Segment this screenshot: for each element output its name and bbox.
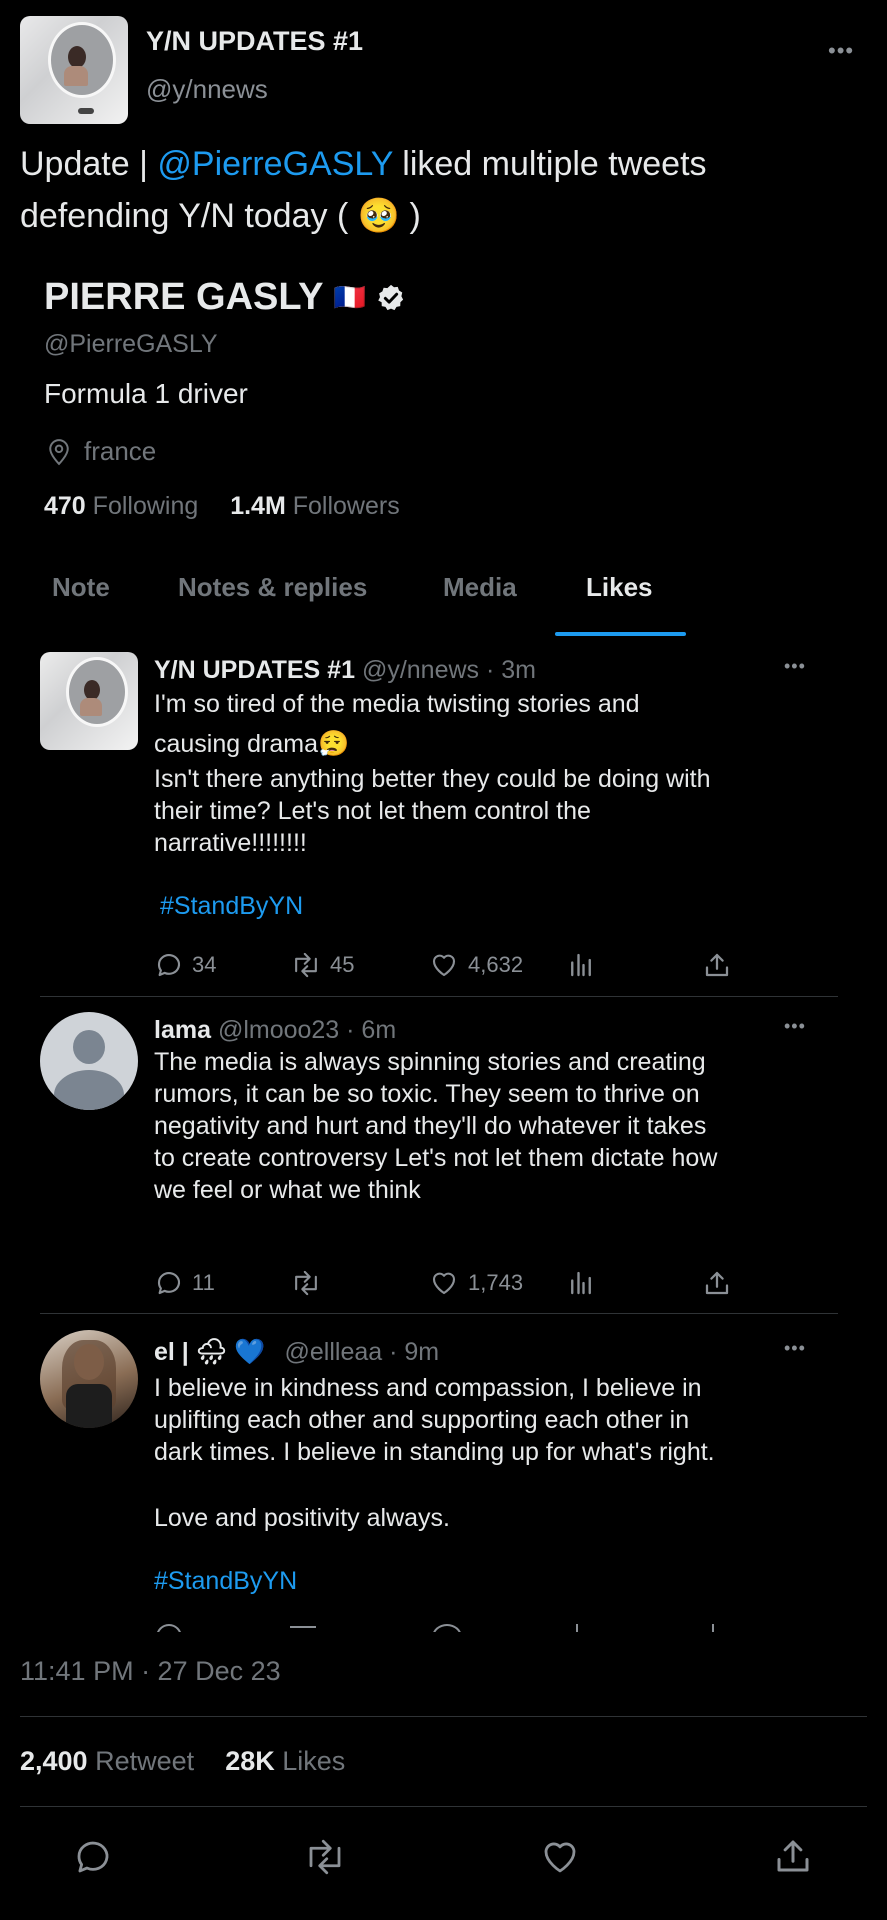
tweet2-like-count: 1,743 xyxy=(468,1270,524,1295)
active-tab-indicator xyxy=(555,632,686,636)
tweet2-views-button[interactable] xyxy=(566,1268,596,1298)
tweet1-line1: I'm so tired of the media twisting stori… xyxy=(154,690,640,718)
tweet2-more-icon[interactable]: ••• xyxy=(784,1016,806,1037)
retweet-label[interactable]: Retweet xyxy=(95,1746,194,1776)
views-icon xyxy=(571,1271,591,1295)
tweet2-reply-count: 11 xyxy=(192,1270,215,1295)
profile-bio: Formula 1 driver xyxy=(44,378,248,409)
followers-label[interactable]: Followers xyxy=(293,492,400,520)
tweet3-name[interactable]: el | 🌧 💙 xyxy=(154,1338,266,1366)
heart-icon xyxy=(432,1272,456,1295)
location-text: france xyxy=(84,436,157,466)
tweet2-reply-button[interactable]: 11 xyxy=(154,1268,215,1298)
author-handle[interactable]: @y/nnews xyxy=(146,74,268,105)
mention-link[interactable]: @PierreGASLY xyxy=(157,145,392,183)
tweet1-handle-time[interactable]: @y/nnews · 3m xyxy=(362,656,536,684)
share-icon xyxy=(705,953,729,977)
engagement-stats: 2,400 Retweet 28K Likes xyxy=(20,1746,345,1777)
tweet3-handle-time[interactable]: @ellleaa · 9m xyxy=(285,1338,440,1366)
tweet1-like-button[interactable]: 4,632 xyxy=(428,950,523,980)
tweet-text-start: Update | xyxy=(20,145,158,183)
retweet-icon xyxy=(295,1270,317,1296)
tweet-timestamp[interactable]: 11:41 PM · 27 Dec 23 xyxy=(20,1656,281,1687)
reply-icon xyxy=(157,954,181,977)
tweet2-text: The media is always spinning stories and… xyxy=(154,1048,718,1204)
tweet2-divider xyxy=(40,1313,838,1314)
tweet1-share-button[interactable] xyxy=(702,950,732,980)
tweet1-reply-button[interactable]: 34 xyxy=(154,950,216,980)
more-options-icon[interactable]: ••• xyxy=(828,38,854,64)
tweet3-avatar[interactable] xyxy=(40,1330,138,1428)
tweet1-name[interactable]: Y/N UPDATES #1 xyxy=(154,656,355,684)
like-button[interactable] xyxy=(538,1836,582,1878)
tweet-text: Update | @PierreGASLY liked multiple twe… xyxy=(20,138,860,242)
tweet3-actions-clipped xyxy=(150,1620,750,1632)
share-icon xyxy=(705,1271,729,1295)
likes-count[interactable]: 28K xyxy=(225,1746,275,1776)
profile-stats: 470 Following 1.4M Followers xyxy=(44,492,400,521)
profile-handle: @PierreGASLY xyxy=(44,330,218,358)
share-button[interactable] xyxy=(772,1834,814,1878)
author-display-name[interactable]: Y/N UPDATES #1 xyxy=(146,26,363,57)
location-pin-icon xyxy=(44,437,74,467)
tweet3-hashtag[interactable]: #StandByYN xyxy=(154,1567,297,1596)
tweet2-header: lama @lmooo23 · 6m xyxy=(154,1016,396,1045)
reply-button[interactable] xyxy=(72,1836,114,1878)
retweet-count[interactable]: 2,400 xyxy=(20,1746,88,1776)
flag-icon: 🇫🇷 xyxy=(333,282,366,312)
tweet1-like-count: 4,632 xyxy=(468,952,524,977)
heart-icon xyxy=(544,1842,576,1873)
tweet2-name[interactable]: lama xyxy=(154,1016,211,1044)
tab-note[interactable]: Note xyxy=(52,572,110,603)
meta-divider-top xyxy=(20,1716,867,1717)
tweet2-handle-time[interactable]: @lmooo23 · 6m xyxy=(218,1016,396,1044)
tweet3-text: I believe in kindness and compassion, I … xyxy=(154,1374,715,1466)
tweet1-views-button[interactable] xyxy=(566,950,596,980)
reply-icon xyxy=(77,1841,109,1873)
tweet1-line3: Isn't there anything better they could b… xyxy=(154,765,711,857)
tweet1-reply-count: 34 xyxy=(192,952,217,977)
profile-name: PIERRE GASLY xyxy=(44,276,324,318)
tweet3-text2: Love and positivity always. xyxy=(154,1504,450,1532)
following-label[interactable]: Following xyxy=(93,492,199,520)
tab-notes-replies[interactable]: Notes & replies xyxy=(178,572,367,603)
followers-count[interactable]: 1.4M xyxy=(230,492,286,520)
tweet1-hashtag[interactable]: #StandByYN xyxy=(160,892,303,921)
tweet2-retweet-button[interactable] xyxy=(290,1268,322,1298)
reply-icon xyxy=(157,1272,181,1295)
profile-location: france xyxy=(44,436,156,467)
tweet2-share-button[interactable] xyxy=(702,1268,732,1298)
retweet-button[interactable] xyxy=(302,1836,348,1878)
tweet3-header: el | 🌧 💙 @ellleaa · 9m xyxy=(154,1338,439,1367)
tweet1-header: Y/N UPDATES #1 @y/nnews · 3m xyxy=(154,656,536,685)
tweet1-line2: causing drama😮‍💨 xyxy=(154,730,350,758)
meta-divider-bottom xyxy=(20,1806,867,1807)
profile-name-row: PIERRE GASLY 🇫🇷 xyxy=(44,276,406,319)
tweet2-like-button[interactable]: 1,743 xyxy=(428,1268,523,1298)
retweet-icon xyxy=(295,952,317,978)
tweet1-avatar[interactable] xyxy=(40,652,138,750)
share-icon xyxy=(777,1840,809,1872)
tweet2-avatar[interactable] xyxy=(40,1012,138,1110)
following-count[interactable]: 470 xyxy=(44,492,86,520)
retweet-icon xyxy=(309,1839,341,1875)
author-avatar[interactable] xyxy=(20,16,128,124)
tab-media[interactable]: Media xyxy=(443,572,517,603)
views-icon xyxy=(571,953,591,977)
tweet1-divider xyxy=(40,996,838,997)
tweet3-more-icon[interactable]: ••• xyxy=(784,1338,806,1359)
tweet1-more-icon[interactable]: ••• xyxy=(784,656,806,677)
likes-label[interactable]: Likes xyxy=(282,1746,345,1776)
tab-likes[interactable]: Likes xyxy=(586,572,653,603)
heart-icon xyxy=(432,954,456,977)
tweet1-retweet-count: 45 xyxy=(330,952,355,977)
tweet1-retweet-button[interactable]: 45 xyxy=(290,950,354,980)
verified-badge-icon xyxy=(376,283,406,313)
